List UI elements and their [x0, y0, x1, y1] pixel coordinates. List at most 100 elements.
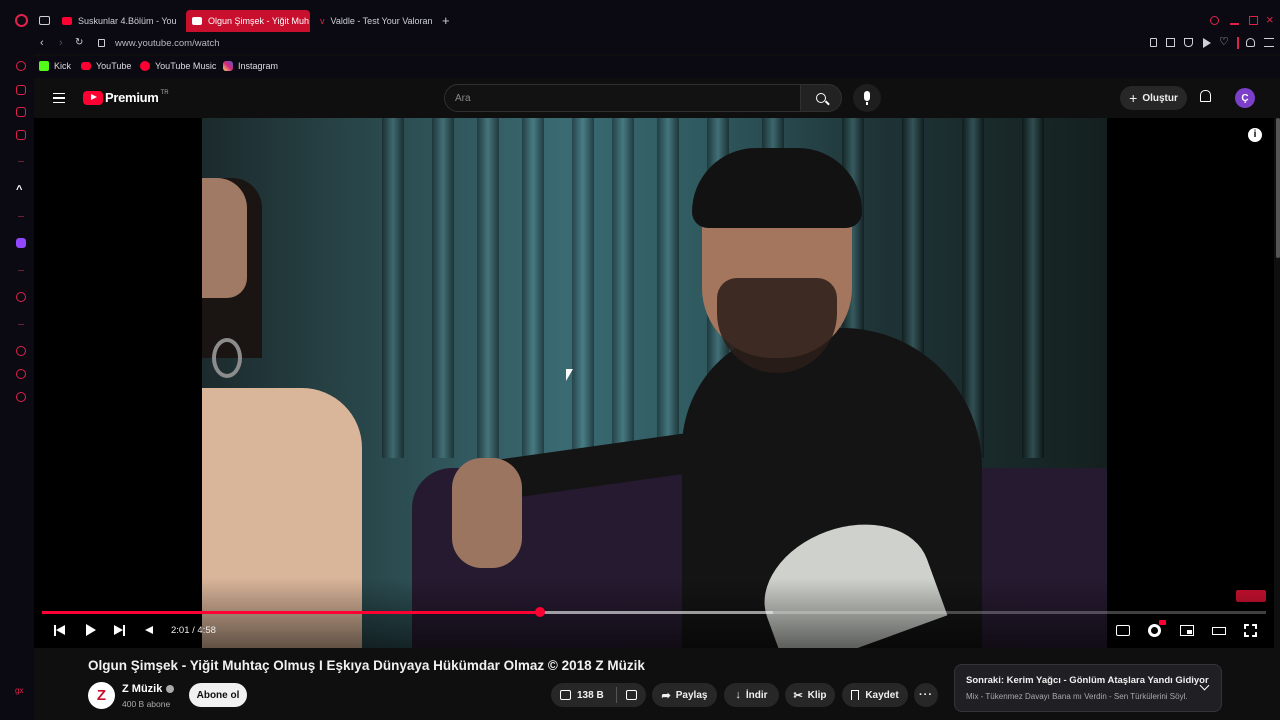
bookmark-label: Instagram [238, 61, 279, 71]
youtube-play-logo-icon [83, 90, 103, 105]
tab-label: Valdle - Test Your Valoran [330, 16, 433, 26]
valdle-favicon-icon: v [320, 16, 325, 26]
thumbs-down-icon [625, 690, 637, 700]
search-input[interactable]: Ara [444, 84, 801, 112]
channel-name[interactable]: Z Müzik [122, 683, 175, 695]
tab-label: Olgun Şimşek - Yiğit Muh [208, 16, 310, 26]
page-scrollbar[interactable] [1276, 118, 1280, 258]
lock-icon [98, 39, 105, 47]
tab-overview-icon[interactable] [39, 16, 50, 25]
kick-icon [39, 61, 49, 71]
theater-mode-icon[interactable] [1212, 627, 1226, 635]
notifications-bell-icon[interactable] [1200, 90, 1211, 102]
settings-icon[interactable] [16, 392, 26, 402]
bookmark-youtube-music[interactable]: YouTube Music [140, 61, 216, 71]
heart-icon[interactable]: ♡ [1219, 35, 1229, 48]
bookmark-youtube[interactable]: YouTube [81, 61, 131, 71]
sidebar-divider [18, 216, 24, 217]
arc-icon[interactable]: ^ [16, 184, 22, 196]
close-window-icon[interactable]: × [1266, 12, 1274, 27]
settings-gear-icon[interactable] [1148, 624, 1161, 637]
browser-tab-bar: Suskunlar 4.Bölüm - YouT Olgun Şimşek - … [0, 0, 1280, 34]
hamburger-menu-icon[interactable] [53, 93, 65, 103]
bookmark-label: YouTube Music [155, 61, 217, 71]
new-tab-plus-icon[interactable]: + [442, 13, 450, 28]
back-arrow-icon[interactable]: ‹ [40, 37, 44, 49]
dislike-button[interactable] [617, 683, 637, 707]
tab-label: Suskunlar 4.Bölüm - YouT [78, 16, 176, 26]
bookmark-kick[interactable]: Kick [39, 61, 71, 71]
clip-button[interactable]: ✂ Klip [785, 683, 835, 707]
profile-icon[interactable] [1246, 38, 1255, 47]
subtitles-icon[interactable] [1116, 625, 1130, 636]
divider [1237, 37, 1239, 49]
youtube-header: Premium TR Ara + Oluştur Ç [34, 78, 1280, 118]
player-icon[interactable] [1203, 38, 1211, 48]
url-field[interactable]: www.youtube.com/watch [115, 38, 220, 49]
volume-icon[interactable] [145, 626, 153, 634]
history-icon[interactable] [16, 346, 26, 356]
next-icon[interactable] [114, 625, 126, 636]
bookmark-instagram[interactable]: Instagram [223, 61, 278, 71]
tab-olgun-simsek[interactable]: Olgun Şimşek - Yiğit Muh [186, 10, 310, 32]
messenger-icon[interactable] [16, 85, 26, 95]
video-frame[interactable] [202, 118, 1107, 648]
like-count: 138 B [577, 689, 604, 701]
reload-icon[interactable]: ↻ [75, 37, 83, 48]
gx-icon[interactable]: gx [15, 686, 23, 695]
account-avatar[interactable]: Ç [1235, 88, 1255, 108]
player-sidebar-icon[interactable] [16, 292, 26, 302]
info-icon[interactable]: i [1248, 128, 1262, 142]
download-button[interactable]: ↓ İndir [724, 683, 779, 707]
aria-icon[interactable] [16, 61, 26, 71]
like-button[interactable]: 138 B [551, 683, 604, 707]
video-player[interactable]: i 2:01 / 4:58 [34, 118, 1274, 648]
address-bar: ‹ › ↻ www.youtube.com/watch ♡ [0, 34, 1280, 54]
save-button[interactable]: Kaydet [842, 683, 908, 707]
browser-sidebar: ^ gx [0, 34, 34, 720]
search-button[interactable] [800, 84, 842, 112]
save-label: Kaydet [865, 689, 899, 701]
next-up-title: Sonraki: Kerim Yağcı - Gönlüm Ataşlara Y… [966, 675, 1209, 686]
mail-icon[interactable] [16, 130, 26, 140]
create-button[interactable]: + Oluştur [1120, 86, 1187, 110]
next-up-card[interactable]: Sonraki: Kerim Yağcı - Gönlüm Ataşlara Y… [954, 664, 1222, 712]
mouse-cursor-icon [566, 369, 573, 381]
bookmark-label: Kick [54, 61, 72, 71]
subscribe-button[interactable]: Abone ol [189, 683, 247, 707]
chat-icon[interactable] [16, 107, 26, 117]
search-tabs-icon[interactable] [1210, 16, 1219, 25]
previous-icon[interactable] [54, 625, 66, 636]
extensions-icon[interactable] [16, 369, 26, 379]
snapshot-icon[interactable] [1166, 38, 1175, 47]
voice-search-button[interactable] [853, 84, 881, 112]
opera-logo-icon[interactable] [15, 14, 28, 27]
more-actions-button[interactable]: ··· [914, 683, 938, 707]
pin-icon[interactable] [1150, 38, 1157, 47]
hd-badge [1159, 620, 1166, 625]
sidebar-divider [18, 270, 24, 271]
restore-window-icon[interactable] [1249, 16, 1258, 25]
more-horizontal-icon: ··· [919, 689, 933, 701]
microphone-icon [864, 91, 870, 101]
instagram-icon [223, 61, 233, 71]
menu-icon[interactable] [1264, 38, 1274, 47]
channel-avatar[interactable]: Z [88, 682, 115, 709]
forward-arrow-icon[interactable]: › [59, 37, 63, 49]
verified-check-icon [166, 685, 175, 693]
subscriber-count: 400 B abone [122, 699, 171, 709]
download-label: İndir [745, 689, 768, 701]
minimize-window-icon[interactable] [1230, 23, 1239, 25]
miniplayer-icon[interactable] [1180, 625, 1194, 636]
thumbs-up-icon [560, 690, 571, 700]
next-up-subtitle: Mix - Tükenmez Davayı Bana mı Verdin - S… [966, 692, 1188, 701]
tab-valdle[interactable]: v Valdle - Test Your Valoran [316, 10, 436, 32]
twitch-icon[interactable] [16, 238, 26, 248]
share-button[interactable]: ➦ Paylaş [652, 683, 717, 707]
fullscreen-icon[interactable] [1244, 624, 1257, 637]
progress-bar[interactable] [42, 607, 1266, 617]
shield-icon[interactable] [1184, 38, 1193, 47]
tab-suskunlar[interactable]: Suskunlar 4.Bölüm - YouT [58, 10, 176, 32]
play-icon[interactable] [86, 624, 96, 636]
youtube-logo[interactable]: Premium TR [83, 90, 169, 105]
